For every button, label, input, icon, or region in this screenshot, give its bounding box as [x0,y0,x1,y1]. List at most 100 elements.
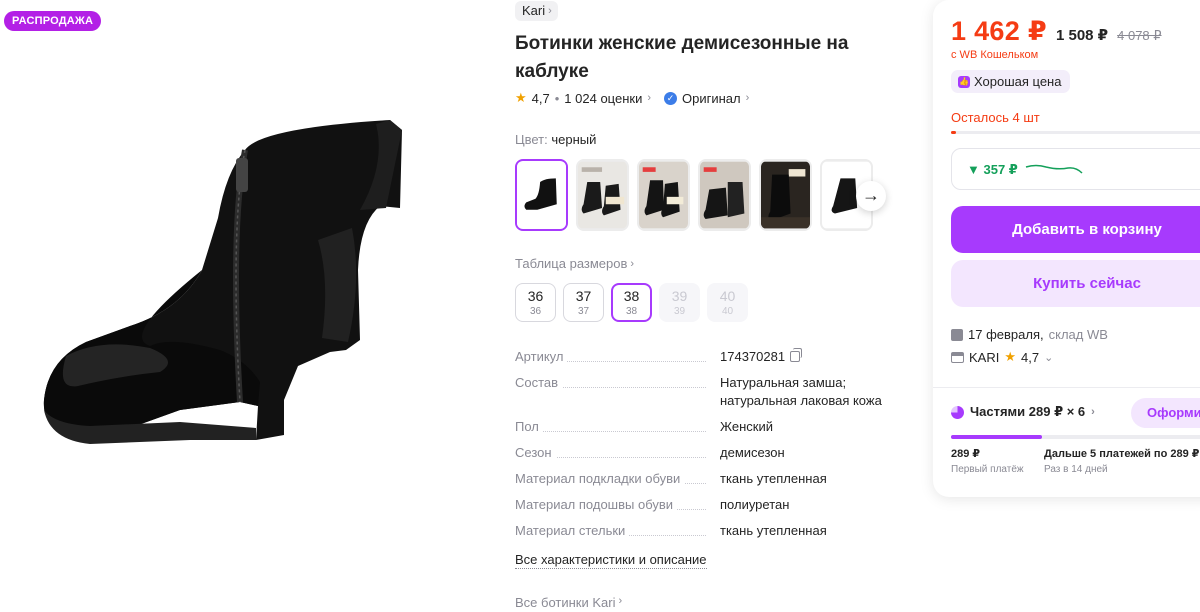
all-brand-link[interactable]: Все ботинки Kari › [515,595,622,610]
spec-value: полиуретан [720,497,790,512]
stock-left: Осталось 4 шт [951,110,1040,125]
size-option-37[interactable]: 37 37 [563,283,604,322]
stock-bar [951,131,1200,134]
all-specs-link[interactable]: Все характеристики и описание [515,552,707,569]
spec-value: Натуральная замша; натуральная лаковая к… [720,375,882,408]
wallet-note: с WB Кошельком [951,49,1039,61]
chevron-down-icon: ⌄ [1044,351,1054,364]
spec-row: Материал стельки ткань утепленная [515,522,895,540]
product-gallery: РАСПРОДАЖА [0,0,470,612]
size-option-39[interactable]: 39 39 [659,283,700,322]
size-value: 37 [575,288,592,304]
spec-row: Материал подкладки обуви ткань утепленна… [515,470,895,488]
next-payments: Дальше 5 платежей по 289 ₽ Раз в 14 дней [1044,447,1199,475]
separator-dot: • [554,90,560,106]
sale-badge: РАСПРОДАЖА [4,11,102,31]
rating-row: ★ 4,7 • 1 024 оценки › ✓ Оригинал › [515,90,749,106]
size-value: 38 [623,288,640,304]
color-thumbnail[interactable] [698,159,751,231]
product-main-photo[interactable] [30,110,440,470]
size-ru-value: 39 [673,306,686,317]
divider [933,387,1200,388]
first-payment-amount: 289 ₽ [951,448,981,460]
add-to-cart-button[interactable]: Добавить в корзину [951,206,1200,253]
size-ru-value: 36 [529,306,542,317]
first-payment-label: Первый платёж [951,464,1024,475]
spec-value: ткань утепленная [720,471,827,486]
chevron-right-icon: › [1091,406,1095,418]
installments-label: Частями 289 ₽ × 6 [970,404,1086,419]
size-option-36[interactable]: 36 36 [515,283,556,322]
size-table-label: Таблица размеров [515,256,628,271]
spec-value: ткань утепленная [720,523,827,538]
first-payment: 289 ₽ Первый платёж [951,447,1024,475]
chevron-right-icon: › [745,92,750,104]
installments-apply-button[interactable]: Оформи [1131,398,1200,428]
thumbnails-next-button[interactable]: → [856,181,886,211]
specs-table: Артикул 174370281 Состав Натуральная зам… [515,348,895,540]
price-regular: 1 508 ₽ [1055,27,1109,44]
original-link[interactable]: Оригинал [682,91,741,106]
size-ru-value: 37 [577,306,590,317]
color-thumbnail[interactable] [637,159,690,231]
size-option-38[interactable]: 38 38 [611,283,652,322]
spec-row: Сезон демисезон [515,444,895,462]
reviews-link[interactable]: 1 024 оценки [564,91,642,106]
price-with-wallet: 1 462 ₽ [951,16,1047,46]
delivery-date: 17 февраля, [968,327,1044,342]
spec-key: Пол [515,418,720,436]
installments-link[interactable]: Частями 289 ₽ × 6 › [951,404,1095,420]
star-icon: ★ [1004,349,1016,364]
spec-row: Артикул 174370281 [515,348,895,366]
color-thumbnail[interactable] [576,159,629,231]
spec-value: Женский [720,419,773,434]
size-option-40[interactable]: 40 40 [707,283,748,322]
delivery-warehouse: склад WB [1048,327,1108,342]
spec-key: Состав [515,374,720,410]
spec-value: 174370281 [720,348,895,366]
spec-key: Материал подошвы обуви [515,496,720,514]
stock-bar-fill [951,131,957,134]
spec-row: Состав Натуральная замша; натуральная ла… [515,374,895,410]
color-thumbnails [515,159,873,231]
good-price-badge[interactable]: 👍 Хорошая цена [951,70,1071,93]
size-ru-value: 38 [625,306,638,317]
delivery-info: 17 февраля, склад WB [951,327,1108,342]
color-thumbnail[interactable] [515,159,568,231]
copy-icon[interactable] [790,348,803,362]
spec-row: Материал подошвы обуви полиуретан [515,496,895,514]
buy-now-button[interactable]: Купить сейчас [951,260,1200,307]
spec-key: Материал стельки [515,522,720,540]
article-number: 174370281 [720,349,786,364]
seller-info[interactable]: KARI ★ 4,7 ⌄ [951,349,1053,365]
price-row: 1 462 ₽ 1 508 ₽ 4 078 ₽ [951,16,1162,47]
spec-row: Пол Женский [515,418,895,436]
size-table-link[interactable]: Таблица размеров › [515,256,634,271]
dotted-leader [515,431,706,432]
price-drop: ▼ 357 ₽ [967,162,1018,177]
price-history[interactable]: ▼ 357 ₽ [951,148,1200,190]
spec-key: Материал подкладки обуви [515,470,720,488]
pie-icon [951,405,964,419]
chevron-right-icon: › [647,92,652,104]
shop-icon [951,351,964,363]
price-trend-line [1025,164,1083,174]
brand-link[interactable]: Kari › [515,1,558,21]
chevron-right-icon: › [618,595,623,607]
seller-rating: 4,7 [1021,349,1040,365]
price-old: 4 078 ₽ [1117,28,1162,43]
rating-value: 4,7 [531,90,550,106]
size-value: 39 [671,288,688,304]
size-value: 36 [527,288,544,304]
next-payments-label: Раз в 14 дней [1044,464,1108,475]
color-label: Цвет: черный [515,132,596,147]
buy-card: 1 462 ₽ 1 508 ₽ 4 078 ₽ с WB Кошельком 👍… [933,0,1200,497]
size-value: 40 [719,288,736,304]
color-thumbnail[interactable] [759,159,812,231]
all-brand-label: Все ботинки Kari [515,595,616,610]
spec-value: демисезон [720,445,785,460]
size-selector: 36 36 37 37 38 38 39 39 40 40 [515,283,748,322]
product-title: Ботинки женские демисезонные на каблуке [515,33,849,82]
thumb-up-icon: 👍 [958,75,970,88]
next-payments-amount: Дальше 5 платежей по 289 ₽ [1044,448,1200,460]
